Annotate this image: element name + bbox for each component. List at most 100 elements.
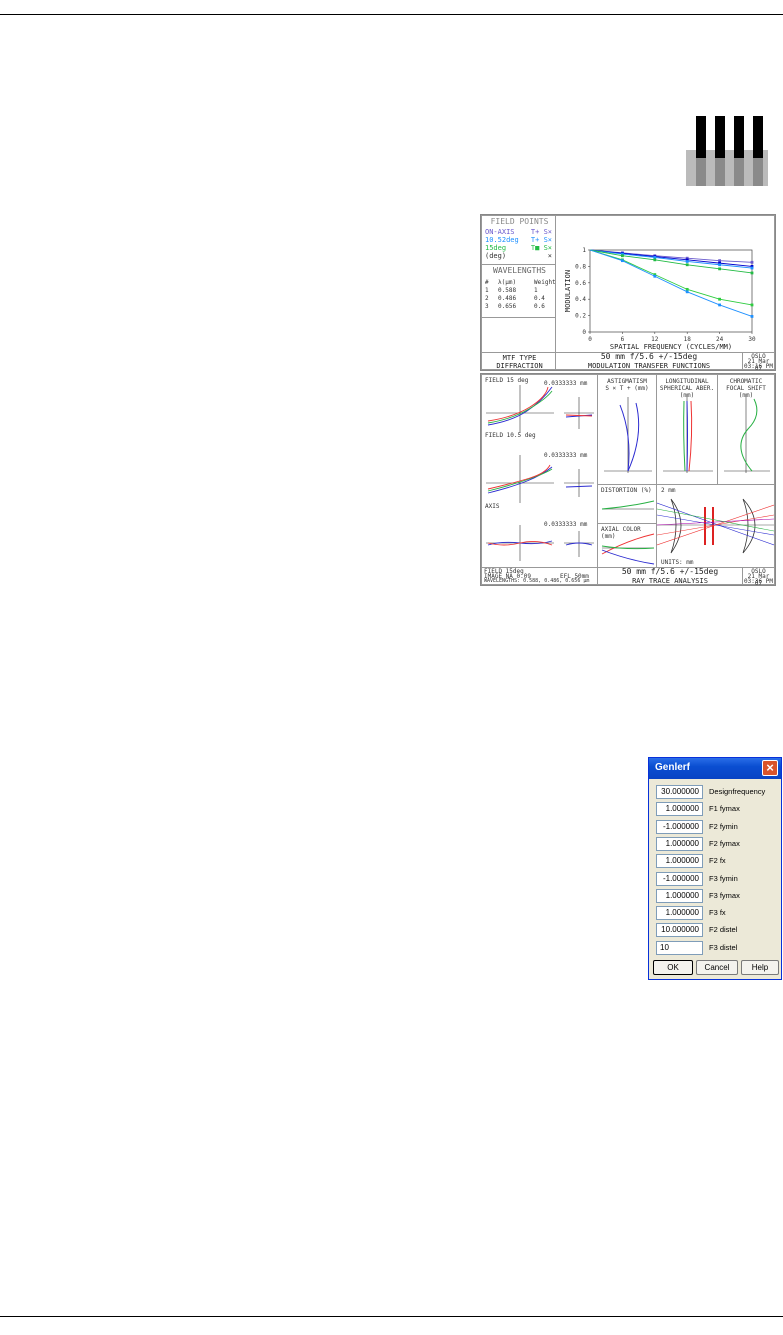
top-rule <box>0 14 783 15</box>
cancel-button[interactable]: Cancel <box>696 960 738 975</box>
y-tick-label: 0.2 <box>575 313 586 320</box>
wavelengths-box: WAVELENGTHS # λ(µm) Weight 1 0.588 1 2 0.486 0.4… <box>481 264 556 318</box>
dialog-title-bar[interactable]: Genlerf × <box>649 758 781 779</box>
dialog-field-label: F2 fx <box>709 856 726 866</box>
help-button[interactable]: Help <box>741 960 779 975</box>
dialog-field-label: F3 fymax <box>709 890 740 900</box>
mtf-chart: 0 6 12 18 24 30 0 0.2 0.4 0.6 0.8 1 SPATIAL FREQUENC… <box>564 247 756 351</box>
dialog-field-row: 1.000000 F3 fx <box>656 905 776 922</box>
mtf-series-point <box>653 274 657 278</box>
mtf-type-line2: DIFFRACTION <box>496 362 543 370</box>
mtf-series-point <box>685 287 689 291</box>
mtf-series-point <box>685 260 689 263</box>
dialog-value-input[interactable]: 1.000000 <box>656 802 703 817</box>
dialog-value-input[interactable]: -1.000000 <box>656 819 703 834</box>
mtf-series-line <box>589 249 753 263</box>
fan-scale-3: 0.0333333 mm <box>544 521 588 528</box>
mtf-type-line1: MTF TYPE <box>502 354 537 362</box>
dialog-value-input[interactable]: 1.000000 <box>656 906 703 921</box>
axial-color-plot <box>601 533 655 565</box>
wavelength-header-cell: # <box>485 279 489 286</box>
mtf-series-point <box>653 255 657 259</box>
y-tick-label: 0.8 <box>575 263 586 270</box>
dialog-value-input[interactable]: 10 <box>656 940 703 955</box>
wavelengths-title: WAVELENGTHS <box>493 266 546 275</box>
dialog-field-label: F2 fymax <box>709 838 740 848</box>
dialog-value-input[interactable]: 1.000000 <box>656 836 703 851</box>
ray-fans-box: FIELD 15 deg 0.0333333 mm FIELD 10.5 deg… <box>481 374 598 568</box>
y-tick-label: 0.6 <box>575 280 586 287</box>
ray-caption-box: 50 mm f/5.6 +/-15deg RAY TRACE ANALYSIS <box>597 567 743 585</box>
x-tick-label: 30 <box>748 336 756 343</box>
wavelength-cell: 0.588 <box>498 287 517 294</box>
lens-layout-box: 2 mm UNITS: mm <box>656 484 775 568</box>
wavelength-cell: 0.486 <box>498 295 517 302</box>
wavelength-cell: 0.4 <box>534 295 545 302</box>
mtf-series-point <box>750 266 754 270</box>
field-point-label: (deg) <box>485 252 507 260</box>
fan-scale-2: 0.0333333 mm <box>544 452 588 459</box>
ray-caption-line1: 50 mm f/5.6 +/-15deg <box>621 567 719 576</box>
dialog-field-row: 1.000000 F2 fymax <box>656 836 776 853</box>
ray-footer-left: FIELD 15deg IMAGE NA 0.09 EFL 50mm WAVEL… <box>481 567 598 585</box>
wavelength-cell: 0.6 <box>534 303 545 310</box>
fan-scale-1: 0.0333333 mm <box>544 380 588 387</box>
mtf-series-point <box>718 263 721 267</box>
longsph-plot <box>663 397 713 473</box>
lens-layout-drawing <box>657 498 774 554</box>
dialog-value-input[interactable]: 1.000000 <box>656 888 703 903</box>
dialog-field-label: Designfrequency <box>709 787 766 796</box>
ray-stamp-box: OSLO 21 Mar 07 03:36 PM <box>742 567 775 585</box>
field-point-markers: T■ S× <box>530 244 552 252</box>
x-axis-label: SPATIAL FREQUENCY (CYCLES/MM) <box>610 343 732 351</box>
bar-target-icon <box>686 116 768 186</box>
ok-button[interactable]: OK <box>653 960 693 975</box>
field-point-label: 15deg <box>485 244 507 252</box>
field-point-markers: × <box>547 252 552 260</box>
dialog-field-row: -1.000000 F3 fymin <box>656 871 776 888</box>
dialog-value-input[interactable]: 10.000000 <box>656 923 703 938</box>
wavelength-cell: 0.656 <box>498 303 517 310</box>
dialog-value-input[interactable]: 1.000000 <box>656 854 703 869</box>
mtf-caption-box: 50 mm f/5.6 +/-15deg MODULATION TRANSFER… <box>555 352 743 370</box>
mtf-series-point <box>718 297 721 301</box>
dialog-value-input[interactable]: 30.000000 <box>656 785 703 799</box>
wavelength-cell: 2 <box>485 295 489 302</box>
distortion-box: DISTORTION (%) <box>597 484 657 524</box>
axial-color-box: AXIAL COLOR (mm) <box>597 523 657 568</box>
ray-stamp-line3: 03:36 PM <box>744 578 773 585</box>
y-tick-label: 1 <box>582 247 586 254</box>
wavelength-header-cell: Weight <box>534 279 556 286</box>
close-icon[interactable]: × <box>762 760 778 776</box>
field-point-label: ON-AXIS <box>485 228 515 236</box>
mtf-series-point <box>718 267 721 271</box>
chromatic-box: CHROMATIC FOCAL SHIFT (mm) <box>717 374 775 485</box>
wavelength-cell: 3 <box>485 303 489 310</box>
mtf-series-point <box>621 259 624 263</box>
fan-label-3: AXIS <box>485 503 500 510</box>
mtf-series-point <box>621 254 624 258</box>
mtf-stamp-line3: 03:16 PM <box>744 363 773 370</box>
fan-label-2: FIELD 10.5 deg <box>485 432 536 439</box>
mtf-series-line <box>589 249 753 317</box>
mtf-series-point <box>750 303 754 307</box>
dialog-field-row: 1.000000 F2 fx <box>656 853 776 870</box>
y-tick-label: 0 <box>582 329 586 336</box>
x-tick-label: 24 <box>716 336 724 343</box>
mtf-series-point <box>750 271 754 275</box>
dialog-field-row: 10.000000 F2 distel <box>656 922 776 939</box>
dialog-field-label: F3 fymin <box>709 873 738 883</box>
fan-label-1: FIELD 15 deg <box>485 377 529 384</box>
field-points-title: FIELD POINTS <box>490 217 549 226</box>
chrom-plot <box>724 397 770 473</box>
mtf-panel: FIELD POINTS ON-AXIS T+ S× 10.52deg T+ S× 15… <box>480 214 776 371</box>
field-point-markers: T+ S× <box>530 228 552 236</box>
astig-plot <box>604 397 652 473</box>
x-tick-label: 12 <box>651 336 659 343</box>
dialog-value-input[interactable]: -1.000000 <box>656 871 703 886</box>
mtf-series-point <box>685 290 689 294</box>
ray-caption-line2: RAY TRACE ANALYSIS <box>632 577 708 585</box>
mtf-type-box: MTF TYPE DIFFRACTION <box>481 352 556 370</box>
wavelength-cell: 1 <box>534 287 538 294</box>
mtf-caption-line2: MODULATION TRANSFER FUNCTIONS <box>587 362 711 370</box>
